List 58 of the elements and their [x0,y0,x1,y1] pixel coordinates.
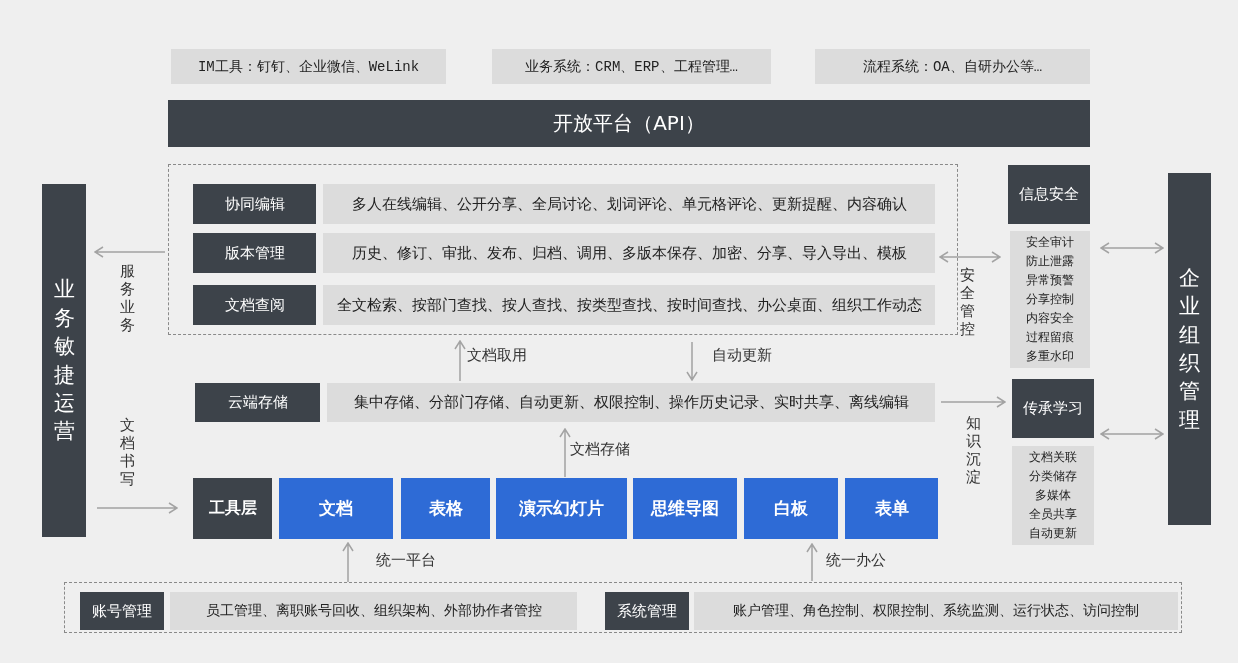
list-item: 全员共享 [1029,506,1077,523]
system-label: 流程系统：OA、自研办公等… [815,49,1090,84]
open-platform-bar: 开放平台（API） [168,100,1090,147]
management-label: 账号管理 [80,592,164,630]
up-arrow [454,340,466,382]
list-item: 分享控制 [1026,291,1074,308]
system-label: IM工具：钉钉、企业微信、WeLink [171,49,446,84]
tool-layer-label: 工具层 [193,478,272,539]
list-item: 过程留痕 [1026,329,1074,346]
management-label: 系统管理 [605,592,689,630]
flow-label: 自动更新 [712,346,772,365]
list-item: 多媒体 [1035,487,1071,504]
down-arrow [686,341,698,381]
list-item: 自动更新 [1029,525,1077,542]
knowledge-title: 传承学习 [1012,379,1094,438]
flow-label: 服务业务 [120,262,135,334]
double-arrow [1100,242,1164,254]
capability-description: 历史、修订、审批、发布、归档、调用、多版本保存、加密、分享、导入导出、模板 [323,233,935,273]
capability-label: 协同编辑 [193,184,316,224]
double-arrow [1100,428,1164,440]
management-description: 账户管理、角色控制、权限控制、系统监测、运行状态、访问控制 [694,592,1178,630]
up-arrow [559,428,571,478]
tool-tile: 文档 [279,478,393,539]
right-arrow [940,396,1006,408]
tool-tile: 白板 [744,478,838,539]
double-arrow [939,251,1001,263]
storage-description: 集中存储、分部门存储、自动更新、权限控制、操作历史记录、实时共享、离线编辑 [327,383,935,422]
list-item: 文档关联 [1029,449,1077,466]
tool-tile: 演示幻灯片 [496,478,627,539]
right-pillar: 企业组织管理 [1168,173,1211,525]
capability-description: 全文检索、按部门查找、按人查找、按类型查找、按时间查找、办公桌面、组织工作动态 [323,285,935,325]
up-arrow [806,543,818,582]
tool-tile: 表单 [845,478,938,539]
security-title: 信息安全 [1008,165,1090,224]
list-item: 分类储存 [1029,468,1077,485]
flow-label: 安全管控 [960,266,975,338]
tool-tile: 思维导图 [633,478,737,539]
system-label: 业务系统：CRM、ERP、工程管理… [492,49,771,84]
capability-description: 多人在线编辑、公开分享、全局讨论、划词评论、单元格评论、更新提醒、内容确认 [323,184,935,224]
flow-label: 文档书写 [120,416,135,488]
left-pillar: 业务敏捷运营 [42,184,86,537]
up-arrow [342,542,354,583]
capability-label: 文档查阅 [193,285,316,325]
storage-label: 云端存储 [195,383,320,422]
flow-label: 知识沉淀 [966,414,981,486]
left-arrow [94,246,166,258]
list-item: 防止泄露 [1026,253,1074,270]
flow-label: 统一平台 [376,551,436,570]
flow-label: 文档存储 [570,440,630,459]
flow-label: 统一办公 [826,551,886,570]
tool-tile: 表格 [401,478,490,539]
capability-label: 版本管理 [193,233,316,273]
list-item: 异常预警 [1026,272,1074,289]
list-item: 多重水印 [1026,348,1074,365]
list-item: 安全审计 [1026,234,1074,251]
flow-label: 文档取用 [467,346,527,365]
list-item: 内容安全 [1026,310,1074,327]
management-description: 员工管理、离职账号回收、组织架构、外部协作者管控 [170,592,577,630]
